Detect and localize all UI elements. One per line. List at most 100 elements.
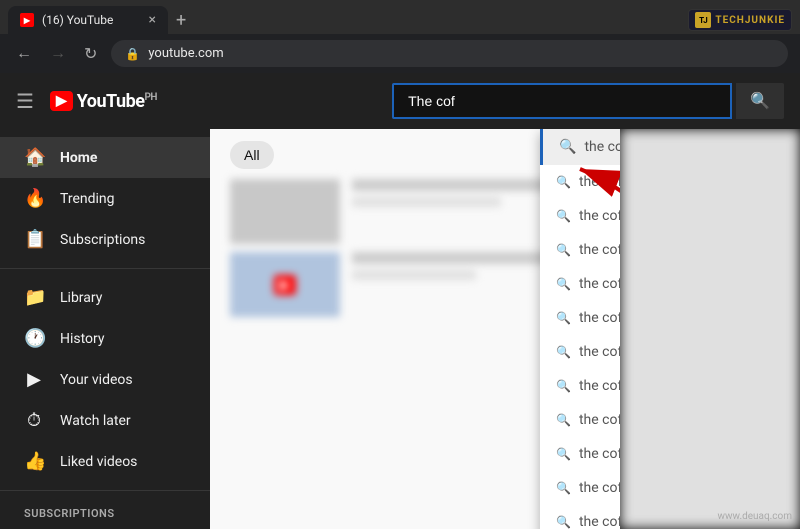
techjunkie-text: TECHJUNKIE	[715, 15, 785, 26]
new-tab-button[interactable]: +	[176, 10, 186, 31]
subscriptions-icon: 📋	[24, 229, 44, 250]
content-thumb-1	[230, 179, 340, 244]
url-text: youtube.com	[148, 46, 223, 61]
dropdown-item-6[interactable]: 🔍 the coffee princess	[540, 369, 620, 403]
trending-icon: 🔥	[24, 188, 44, 209]
home-icon: 🏠	[24, 147, 44, 168]
search-input[interactable]	[392, 83, 732, 119]
dropdown-text-0: the coffee dance	[579, 174, 620, 190]
all-filter: All	[230, 141, 274, 169]
url-bar[interactable]: 🔒 youtube.com	[111, 40, 788, 67]
youtube-logo: ▶ YouTubePH	[50, 91, 157, 112]
dropdown-icon-0: 🔍	[556, 175, 571, 189]
dropdown-icon-7: 🔍	[556, 413, 571, 427]
liked-videos-icon: 👍	[24, 451, 44, 472]
dropdown-item-7[interactable]: 🔍 the coffee jam	[540, 403, 620, 437]
sidebar-label-library: Library	[60, 290, 102, 306]
sidebar-item-watch-later[interactable]: ⏱ Watch later	[0, 400, 210, 441]
sidebar-item-subscriptions[interactable]: 📋 Subscriptions	[0, 219, 210, 260]
hamburger-menu[interactable]: ☰	[16, 89, 34, 113]
all-filter-button[interactable]: All	[230, 141, 274, 169]
dropdown-item-9[interactable]: 🔍 the coffee prince	[540, 471, 620, 505]
content-title-2	[352, 252, 550, 264]
techjunkie-badge: TJ TECHJUNKIE	[688, 9, 792, 31]
dropdown-text-7: the coffee jam	[579, 412, 620, 428]
library-icon: 📁	[24, 287, 44, 308]
sidebar-label-history: History	[60, 331, 105, 347]
sidebar-divider-1	[0, 268, 210, 269]
dropdown-icon-5: 🔍	[556, 345, 571, 359]
content-sub-2	[352, 270, 476, 280]
dropdown-text-3: the coffee dance remix	[579, 276, 620, 292]
dropdown-item-10[interactable]: 🔍 the coffee	[540, 505, 620, 529]
dropdown-item-5[interactable]: 🔍 the coffee princess episode 1 english …	[540, 335, 620, 369]
main-content: All ▶	[210, 129, 620, 529]
dropdown-item-2[interactable]: 🔍 the coffee shop music	[540, 233, 620, 267]
dropdown-item-4[interactable]: 🔍 the cofffe	[540, 301, 620, 335]
dropdown-text-6: the coffee princess	[579, 378, 620, 394]
browser-tab[interactable]: ▶ (16) YouTube ×	[8, 6, 168, 34]
dropdown-icon-10: 🔍	[556, 515, 571, 529]
dropdown-text-1: the coffee song	[579, 208, 620, 224]
sidebar-item-trending[interactable]: 🔥 Trending	[0, 178, 210, 219]
youtube-play-icon: ▶	[56, 93, 67, 109]
dropdown-icon-6: 🔍	[556, 379, 571, 393]
subscriptions-section-title: SUBSCRIPTIONS	[0, 499, 210, 524]
sidebar-item-your-videos[interactable]: ▶ Your videos	[0, 359, 210, 400]
dropdown-highlighted-item[interactable]: 🔍 the coffee music	[540, 129, 620, 165]
sidebar-divider-2	[0, 490, 210, 491]
sidebar-item-home[interactable]: 🏠 Home	[0, 137, 210, 178]
dropdown-icon-1: 🔍	[556, 209, 571, 223]
browser-chrome: ▶ (16) YouTube × + TJ TECHJUNKIE ← → ↻ 🔒…	[0, 0, 800, 73]
sidebar-label-watch-later: Watch later	[60, 413, 131, 429]
subscription-item-mor[interactable]: M MOR Playlist ▶▶	[0, 524, 210, 529]
history-icon: 🕐	[24, 328, 44, 349]
right-blurred-panel	[620, 129, 800, 529]
dropdown-icon-8: 🔍	[556, 447, 571, 461]
dropdown-search-icon-1: 🔍	[559, 139, 576, 155]
dropdown-icon-2: 🔍	[556, 243, 571, 257]
dropdown-text-4: the cofffe	[579, 310, 620, 326]
dropdown-highlighted-text: the coffee music	[584, 139, 620, 155]
reload-button[interactable]: ↻	[80, 42, 101, 66]
content-sub-1	[352, 197, 501, 207]
dropdown-text-9: the coffee prince	[579, 480, 620, 496]
tab-title: (16) YouTube	[42, 13, 141, 27]
dropdown-text-8: the coffee prince episode 1 eng sub	[579, 446, 620, 462]
youtube-logo-text: YouTubePH	[77, 91, 157, 112]
sidebar-label-trending: Trending	[60, 191, 115, 207]
youtube-body: 🏠 Home 🔥 Trending 📋 Subscriptions 📁 Libr…	[0, 129, 800, 529]
watch-later-icon: ⏱	[24, 410, 44, 431]
sidebar: 🏠 Home 🔥 Trending 📋 Subscriptions 📁 Libr…	[0, 129, 210, 529]
youtube-header: ☰ ▶ YouTubePH 🔍	[0, 73, 800, 129]
lock-icon: 🔒	[125, 47, 140, 61]
youtube-app: ☰ ▶ YouTubePH 🔍 🏠 Home 🔥 Trending	[0, 73, 800, 529]
techjunkie-icon: TJ	[695, 12, 711, 28]
dropdown-text-2: the coffee shop music	[579, 242, 620, 258]
dropdown-item-1[interactable]: 🔍 the coffee song	[540, 199, 620, 233]
tab-close-button[interactable]: ×	[149, 12, 156, 28]
dropdown-item-3[interactable]: 🔍 the coffee dance remix	[540, 267, 620, 301]
dropdown-item-0[interactable]: 🔍 the coffee dance	[540, 165, 620, 199]
sidebar-item-library[interactable]: 📁 Library	[0, 277, 210, 318]
tab-bar: ▶ (16) YouTube × + TJ TECHJUNKIE	[0, 0, 800, 34]
dropdown-text-10: the coffee	[579, 514, 620, 529]
content-thumb-2: ▶	[230, 252, 340, 317]
forward-button[interactable]: →	[46, 43, 70, 65]
dropdown-item-8[interactable]: 🔍 the coffee prince episode 1 eng sub	[540, 437, 620, 471]
your-videos-icon: ▶	[24, 369, 44, 390]
sidebar-label-subscriptions: Subscriptions	[60, 232, 145, 248]
sidebar-item-liked-videos[interactable]: 👍 Liked videos	[0, 441, 210, 482]
address-bar: ← → ↻ 🔒 youtube.com	[0, 34, 800, 73]
tab-favicon: ▶	[20, 13, 34, 27]
dropdown-icon-9: 🔍	[556, 481, 571, 495]
youtube-logo-icon: ▶	[50, 91, 73, 111]
sidebar-item-history[interactable]: 🕐 History	[0, 318, 210, 359]
search-button[interactable]: 🔍	[736, 83, 784, 119]
sidebar-label-home: Home	[60, 150, 97, 166]
dropdown-icon-3: 🔍	[556, 277, 571, 291]
sidebar-label-your-videos: Your videos	[60, 372, 133, 388]
search-dropdown: 🔍 the coffee music Report 🔍 the coffee d…	[540, 129, 620, 529]
back-button[interactable]: ←	[12, 43, 36, 65]
sidebar-label-liked-videos: Liked videos	[60, 454, 137, 470]
